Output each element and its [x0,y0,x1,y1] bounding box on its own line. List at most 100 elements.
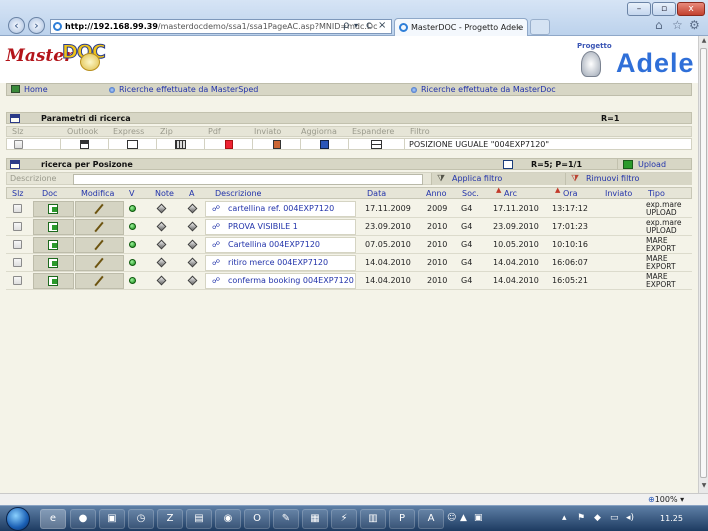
export-icon[interactable] [503,160,513,169]
col-anno[interactable]: Anno [426,188,447,199]
row-description[interactable]: Cartellina 004EXP7120 [228,236,320,254]
home-icon[interactable]: ⌂ [655,18,663,32]
filezilla-taskbar-icon[interactable]: Z [157,509,183,529]
powerpoint-taskbar-icon[interactable]: P [389,509,415,529]
inviato-button[interactable] [252,139,300,150]
edit-button[interactable] [75,255,124,271]
row-select-checkbox[interactable] [13,204,22,213]
row-select-checkbox[interactable] [13,240,22,249]
col-inviato[interactable]: Inviato [605,188,632,199]
maximize-button[interactable]: ▫ [652,2,676,16]
folder-taskbar-icon[interactable]: ▦ [302,509,328,529]
paint-taskbar-icon[interactable]: ✎ [273,509,299,529]
search-app-taskbar-icon[interactable]: ◉ [215,509,241,529]
zoom-control[interactable]: ⊕100% ▾ [648,495,684,504]
tray-app-icon[interactable]: ◆ [594,513,601,523]
row-select-checkbox[interactable] [13,276,22,285]
minimize-button[interactable]: – [627,2,651,16]
attachment-icon[interactable] [187,257,198,268]
scroll-down-icon[interactable]: ▼ [700,482,708,491]
col-a[interactable]: A [189,188,194,199]
address-bar[interactable]: http://192.168.99.39/masterdocdemo/ssa1/… [50,19,392,34]
espandere-button[interactable] [348,139,404,150]
doc-button[interactable] [33,273,74,289]
edit-button[interactable] [75,219,124,235]
outlook-button[interactable] [60,139,108,150]
acrobat-taskbar-icon[interactable]: A [418,509,444,529]
remove-filter-button[interactable]: ⧩ Rimuovi filtro [565,173,692,185]
explorer-taskbar-icon[interactable]: ▤ [186,509,212,529]
attachment-icon[interactable] [187,275,198,286]
row-description[interactable]: ritiro merce 004EXP7120 [228,254,328,272]
menu-ricerche-masterdoc[interactable]: Ricerche effettuate da MasterDoc [411,84,556,95]
upload-button[interactable]: Upload [617,159,666,170]
edit-button[interactable] [75,273,124,289]
vertical-scrollbar[interactable]: ▲ ▼ [698,36,708,493]
col-data[interactable]: Data [367,188,386,199]
row-select-checkbox[interactable] [13,222,22,231]
row-select-checkbox[interactable] [13,258,22,267]
col-slz[interactable]: Slz [12,188,24,199]
close-window-button[interactable]: x [677,2,705,16]
clock-app-taskbar-icon[interactable]: ◷ [128,509,154,529]
col-soc[interactable]: Soc. [462,188,479,199]
row-description[interactable]: PROVA VISIBILE 1 [228,218,298,236]
note-icon[interactable] [156,203,167,214]
row-description[interactable]: conferma booking 004EXP7120 [228,272,354,290]
table-row[interactable]: ☍ PROVA VISIBILE 1 23.09.2010 2010 G4 23… [6,218,692,236]
col-modifica[interactable]: Modifica [81,188,114,199]
express-button[interactable] [108,139,156,150]
row-description[interactable]: cartellina ref. 004EXP7120 [228,200,334,218]
tab-close-icon[interactable]: × [515,19,522,36]
menu-ricerche-mastersped[interactable]: Ricerche effettuate da MasterSped [109,84,258,95]
table-row[interactable]: ☍ cartellina ref. 004EXP7120 17.11.2009 … [6,200,692,218]
doc-button[interactable] [33,255,74,271]
ie-taskbar-icon[interactable]: e [40,509,66,529]
col-tipo[interactable]: Tipo [648,188,665,199]
dropdown-icon[interactable]: ▾ [354,19,358,34]
col-ora[interactable]: Ora [563,188,578,199]
messenger-tray-icon[interactable]: ☺ [447,513,456,523]
attachment-icon[interactable] [187,221,198,232]
opera-taskbar-icon[interactable]: O [244,509,270,529]
col-note[interactable]: Note [155,188,174,199]
pdf-button[interactable] [204,139,252,150]
remote-tray-icon[interactable]: ▣ [474,513,483,523]
edit-button[interactable] [75,237,124,253]
table-row[interactable]: ☍ conferma booking 004EXP7120 14.04.2010… [6,272,692,290]
office-taskbar-icon[interactable]: ▣ [99,509,125,529]
forward-button[interactable]: › [28,17,45,34]
note-icon[interactable] [156,221,167,232]
tab-masterdoc[interactable]: MasterDOC - Progetto Adele × [394,18,528,36]
network-taskbar-icon[interactable]: ⚡ [331,509,357,529]
show-hidden-icon[interactable]: ▴ [562,513,567,523]
col-v[interactable]: V [129,188,134,199]
zip-button[interactable] [156,139,204,150]
edit-button[interactable] [75,201,124,217]
settings-icon[interactable]: ⚙ [689,18,700,32]
scroll-thumb[interactable] [700,48,707,478]
doc-button[interactable] [33,219,74,235]
network-icon[interactable]: ▭ [610,513,619,523]
attachment-icon[interactable] [187,203,198,214]
app-tray-icon[interactable]: ▲ [460,513,467,523]
search-icon[interactable]: ρ [343,19,349,34]
doc-button[interactable] [33,201,74,217]
flag-icon[interactable]: ⚑ [577,513,585,523]
apply-filter-button[interactable]: ⧩ Applica filtro [431,173,565,185]
params-select-checkbox[interactable] [14,140,23,149]
note-icon[interactable] [156,257,167,268]
table-row[interactable]: ☍ ritiro merce 004EXP7120 14.04.2010 201… [6,254,692,272]
description-filter-input[interactable] [73,174,423,185]
refresh-icon[interactable]: c [366,19,372,34]
attachment-icon[interactable] [187,239,198,250]
doc-button[interactable] [33,237,74,253]
col-doc[interactable]: Doc [42,188,57,199]
table-row[interactable]: ☍ Cartellina 004EXP7120 07.05.2010 2010 … [6,236,692,254]
new-tab-button[interactable] [530,19,550,35]
note-icon[interactable] [156,275,167,286]
taskbar-clock[interactable]: 11.25 [660,514,683,523]
stop-icon[interactable]: × [378,19,386,34]
col-descrizione[interactable]: Descrizione [215,188,261,199]
favorites-icon[interactable]: ☆ [672,18,683,32]
